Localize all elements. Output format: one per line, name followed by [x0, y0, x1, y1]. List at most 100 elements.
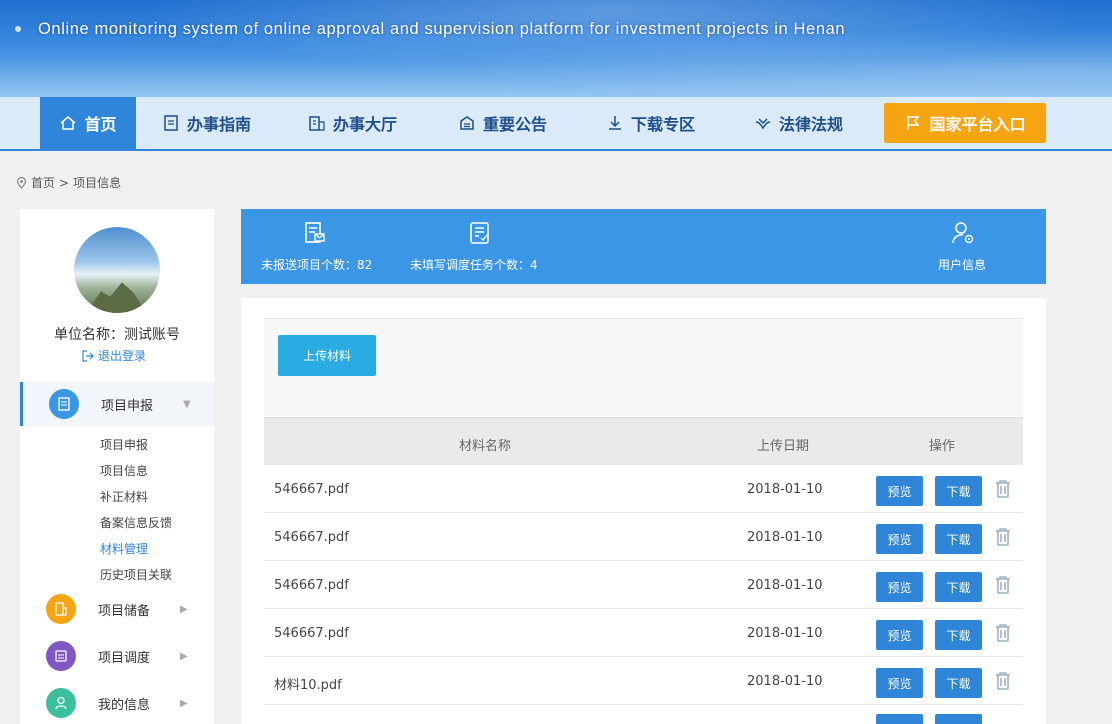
upload-date: 2018-01-10 — [747, 674, 823, 689]
material-table: 材料名称 上传日期 操作 546667.pdf 2018-01-10 预览 下载… — [264, 417, 1023, 724]
trash-icon[interactable] — [994, 575, 1012, 595]
material-name: 546667.pdf — [274, 626, 349, 641]
column-material-name: 材料名称 — [459, 439, 512, 454]
material-name: 546667.pdf — [274, 578, 349, 593]
unreported-projects-icon[interactable] — [303, 221, 327, 249]
preview-button[interactable]: 预览 — [876, 476, 923, 506]
table-row: 材料10.pdf 2018-01-10 预览 下载 — [264, 657, 1023, 705]
hall-icon — [309, 116, 325, 131]
user-info-label[interactable]: 用户信息 — [938, 256, 986, 273]
home-icon — [60, 116, 76, 130]
submenu-history-link[interactable]: 历史项目关联 — [100, 566, 172, 583]
banner-dot — [15, 26, 21, 32]
submenu-filing-feedback[interactable]: 备案信息反馈 — [100, 514, 172, 531]
banner-haze — [0, 60, 1112, 97]
download-button[interactable]: 下载 — [935, 668, 982, 698]
flag-icon — [907, 116, 920, 130]
stats-bar: 未报送项目个数：82 未填写调度任务个数：4 用户信息 — [241, 209, 1046, 284]
breadcrumb-home[interactable]: 首页 — [31, 174, 55, 191]
nav-download[interactable]: 下载专区 — [606, 97, 695, 149]
material-name: 材料10.pdf — [274, 678, 342, 693]
banner-subtitle: Online monitoring system of online appro… — [38, 20, 846, 38]
table-row: 546667.pdf 2018-01-10 预览 下载 — [264, 513, 1023, 561]
preview-button[interactable]: 预览 — [876, 620, 923, 650]
nav-download-label: 下载专区 — [631, 115, 696, 134]
menu-project-reserve-label: 项目储备 — [98, 603, 151, 619]
chevron-right-icon: ▶ — [180, 603, 188, 615]
law-icon — [755, 118, 771, 130]
logout-link[interactable]: 退出登录 — [82, 347, 146, 364]
column-actions: 操作 — [929, 439, 956, 454]
nav-guide-label: 办事指南 — [187, 115, 252, 134]
nav-hall-label: 办事大厅 — [333, 115, 398, 134]
table-row: 546667.pdf 2018-01-10 预览 下载 — [264, 465, 1023, 513]
column-upload-date: 上传日期 — [757, 439, 810, 454]
upload-date: 2018-01-10 — [747, 578, 823, 593]
dispatch-icon — [46, 641, 76, 671]
download-button[interactable]: 下载 — [935, 620, 982, 650]
declare-icon — [49, 389, 79, 419]
menu-project-declare[interactable]: 项目申报 ▼ — [20, 382, 214, 426]
nav-home[interactable]: 首页 — [40, 97, 136, 149]
chevron-right-icon: ▶ — [180, 650, 188, 662]
preview-button[interactable]: 预览 — [876, 668, 923, 698]
menu-project-dispatch[interactable]: 项目调度 ▶ — [20, 634, 214, 678]
nav-notice-label: 重要公告 — [483, 115, 548, 134]
nav-law-label: 法律法规 — [779, 115, 844, 134]
trash-icon[interactable] — [994, 479, 1012, 499]
nav-home-label: 首页 — [84, 115, 117, 134]
main-nav: 首页 办事指南 办事大厅 重要公告 下载专区 法律法规 国家平台入口 — [0, 97, 1112, 151]
menu-my-info[interactable]: 我的信息 ▶ — [20, 681, 214, 724]
upload-date: 2018-01-10 — [747, 626, 823, 641]
preview-button[interactable]: 预览 — [876, 572, 923, 602]
upload-date: 2018-01-10 — [747, 530, 823, 545]
download-button[interactable]: 下载 — [935, 524, 982, 554]
reserve-icon — [46, 594, 76, 624]
download-button[interactable] — [935, 714, 982, 724]
nav-notice[interactable]: 重要公告 — [458, 97, 547, 149]
menu-project-declare-label: 项目申报 — [101, 398, 154, 414]
unreported-projects-count[interactable]: 未报送项目个数：82 — [261, 256, 372, 273]
guide-icon — [164, 115, 178, 131]
nav-guide[interactable]: 办事指南 — [162, 97, 251, 149]
submenu-project-info[interactable]: 项目信息 — [100, 462, 148, 479]
submenu-project-declare[interactable]: 项目申报 — [100, 436, 148, 453]
trash-icon[interactable] — [994, 623, 1012, 643]
chevron-down-icon: ▼ — [183, 398, 191, 410]
material-name: 546667.pdf — [274, 530, 349, 545]
upload-material-button[interactable]: 上传材料 — [278, 335, 376, 376]
chevron-right-icon: ▶ — [180, 697, 188, 709]
sidebar: 单位名称：测试账号 退出登录 项目申报 ▼ 项目申报 项目信息 补正材料 备案信… — [20, 209, 214, 724]
avatar-mountain — [86, 282, 146, 313]
preview-button[interactable]: 预览 — [876, 524, 923, 554]
menu-project-dispatch-label: 项目调度 — [98, 650, 151, 666]
upload-date: 2018-01-10 — [747, 482, 823, 497]
unfilled-tasks-count[interactable]: 未填写调度任务个数：4 — [410, 256, 538, 273]
download-button[interactable]: 下载 — [935, 572, 982, 602]
menu-project-reserve[interactable]: 项目储备 ▶ — [20, 587, 214, 631]
trash-icon[interactable] — [994, 527, 1012, 547]
national-platform-label: 国家平台入口 — [929, 115, 1026, 134]
location-pin-icon — [16, 176, 27, 189]
table-row: 546667.pdf 2018-01-10 预览 下载 — [264, 609, 1023, 657]
table-row: 546667.pdf 2018-01-10 预览 下载 — [264, 561, 1023, 609]
user-settings-icon[interactable] — [951, 221, 975, 249]
breadcrumb-separator: > — [59, 175, 70, 190]
trash-icon[interactable] — [994, 671, 1012, 691]
nav-hall[interactable]: 办事大厅 — [308, 97, 397, 149]
table-header: 材料名称 上传日期 操作 — [264, 417, 1023, 465]
avatar — [74, 227, 160, 313]
header-banner: Online monitoring system of online appro… — [0, 0, 1112, 97]
material-name: 546667.pdf — [274, 482, 349, 497]
submenu-correction[interactable]: 补正材料 — [100, 488, 148, 505]
material-panel: 上传材料 材料名称 上传日期 操作 546667.pdf 2018-01-10 … — [241, 298, 1046, 724]
download-button[interactable]: 下载 — [935, 476, 982, 506]
menu-my-info-label: 我的信息 — [98, 697, 151, 713]
preview-button[interactable] — [876, 714, 923, 724]
nav-law[interactable]: 法律法规 — [754, 97, 843, 149]
table-row-partial — [264, 705, 1023, 724]
national-platform-button[interactable]: 国家平台入口 — [884, 103, 1046, 143]
notice-icon — [460, 116, 474, 130]
submenu-material-management[interactable]: 材料管理 — [100, 540, 148, 557]
unfilled-tasks-icon[interactable] — [468, 221, 492, 249]
